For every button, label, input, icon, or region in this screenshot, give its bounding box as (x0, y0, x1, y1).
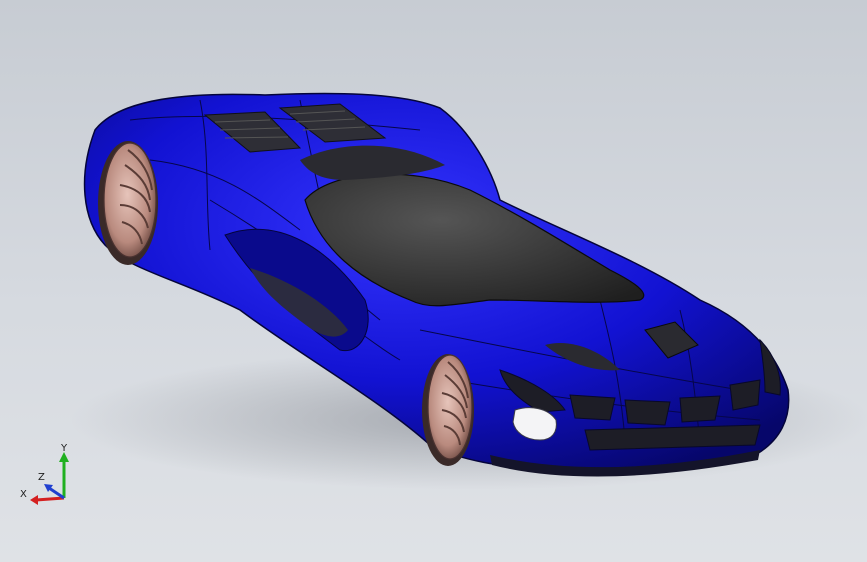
rear-wheel[interactable] (98, 141, 158, 265)
x-axis-label: X (20, 489, 27, 500)
coordinate-triad: Y Z X (14, 440, 84, 510)
car-model-render[interactable] (0, 0, 867, 562)
x-axis-line (35, 496, 65, 502)
z-axis-line (48, 486, 65, 500)
front-wheel[interactable] (422, 354, 474, 466)
z-axis-label: Z (38, 472, 45, 483)
y-axis-label: Y (61, 443, 68, 454)
graphics-viewport[interactable]: Y Z X (0, 0, 867, 562)
x-axis-arrow (30, 495, 38, 505)
